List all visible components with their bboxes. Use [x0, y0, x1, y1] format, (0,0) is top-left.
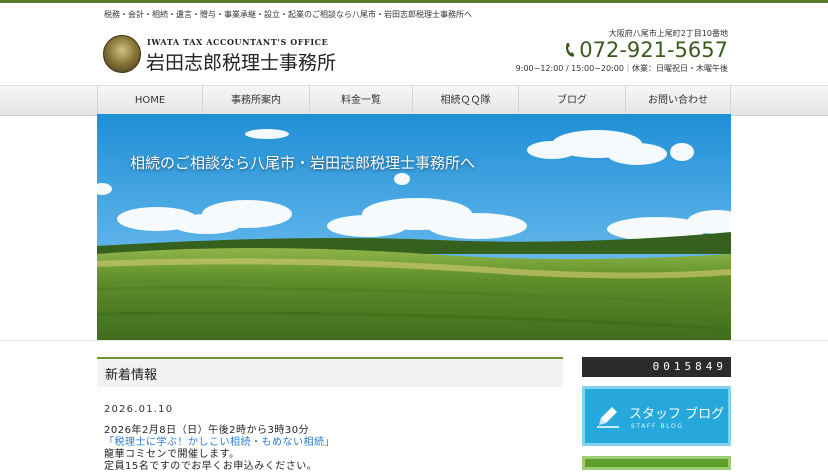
header-tagline: 税務・会計・相続・遺言・贈与・事業承継・設立・起業のご相談なら八尾市・岩田志郎税…	[104, 10, 472, 19]
staff-blog-title: スタッフ ブログ	[629, 407, 725, 422]
phone-number-text: 072-921-5657	[579, 38, 728, 62]
nav-item-office[interactable]: 事務所案内	[203, 86, 310, 115]
nav-item-inheritance-team[interactable]: 相続ＱＱ隊	[413, 86, 519, 115]
news-section-header: 新着情報	[97, 357, 563, 387]
logo-english-name: IWATA TAX ACCOUNTANT'S OFFICE	[147, 37, 329, 47]
staff-blog-subtitle: STAFF BLOG	[631, 423, 684, 430]
nav-item-blog[interactable]: ブログ	[519, 86, 626, 115]
logo-emblem-icon	[103, 35, 141, 73]
logo-japanese-name: 岩田志郎税理士事務所	[146, 52, 337, 74]
nav-item-contact[interactable]: お問い合わせ	[626, 86, 731, 115]
phone-number[interactable]: 072-921-5657	[564, 38, 728, 62]
business-hours: 9:00~12:00 / 15:00~20:00｜休業：日曜祝日・木曜午後	[515, 64, 728, 73]
sidebar-banner-green[interactable]	[582, 456, 731, 470]
visitor-counter: 0015849	[582, 357, 731, 377]
staff-blog-banner[interactable]: スタッフ ブログ STAFF BLOG	[582, 386, 731, 446]
hero-caption: 相続のご相談なら八尾市・岩田志郎税理士事務所へ	[130, 154, 476, 172]
news-heading: 新着情報	[105, 368, 158, 383]
nav-item-fees[interactable]: 料金一覧	[310, 86, 413, 115]
news-date: 2026.01.10	[104, 404, 174, 415]
header-contact: 大阪府八尾市上尾町2丁目10番地 072-921-5657 9:00~12:00…	[468, 28, 728, 74]
nav-item-home[interactable]: HOME	[98, 86, 203, 115]
site-logo[interactable]: IWATA TAX ACCOUNTANT'S OFFICE 岩田志郎税理士事務所	[103, 34, 363, 74]
hero-banner: 相続のご相談なら八尾市・岩田志郎税理士事務所へ	[97, 114, 731, 340]
news-line: 定員15名ですのでお早くお申込みください。	[104, 461, 318, 472]
global-nav: HOME 事務所案内 料金一覧 相続ＱＱ隊 ブログ お問い合わせ	[0, 85, 828, 116]
phone-icon	[566, 43, 575, 57]
top-bar: 税務・会計・相続・遺言・贈与・事業承継・設立・起業のご相談なら八尾市・岩田志郎税…	[0, 0, 828, 27]
pencil-icon	[597, 407, 619, 428]
hero-landscape-image	[97, 114, 731, 340]
